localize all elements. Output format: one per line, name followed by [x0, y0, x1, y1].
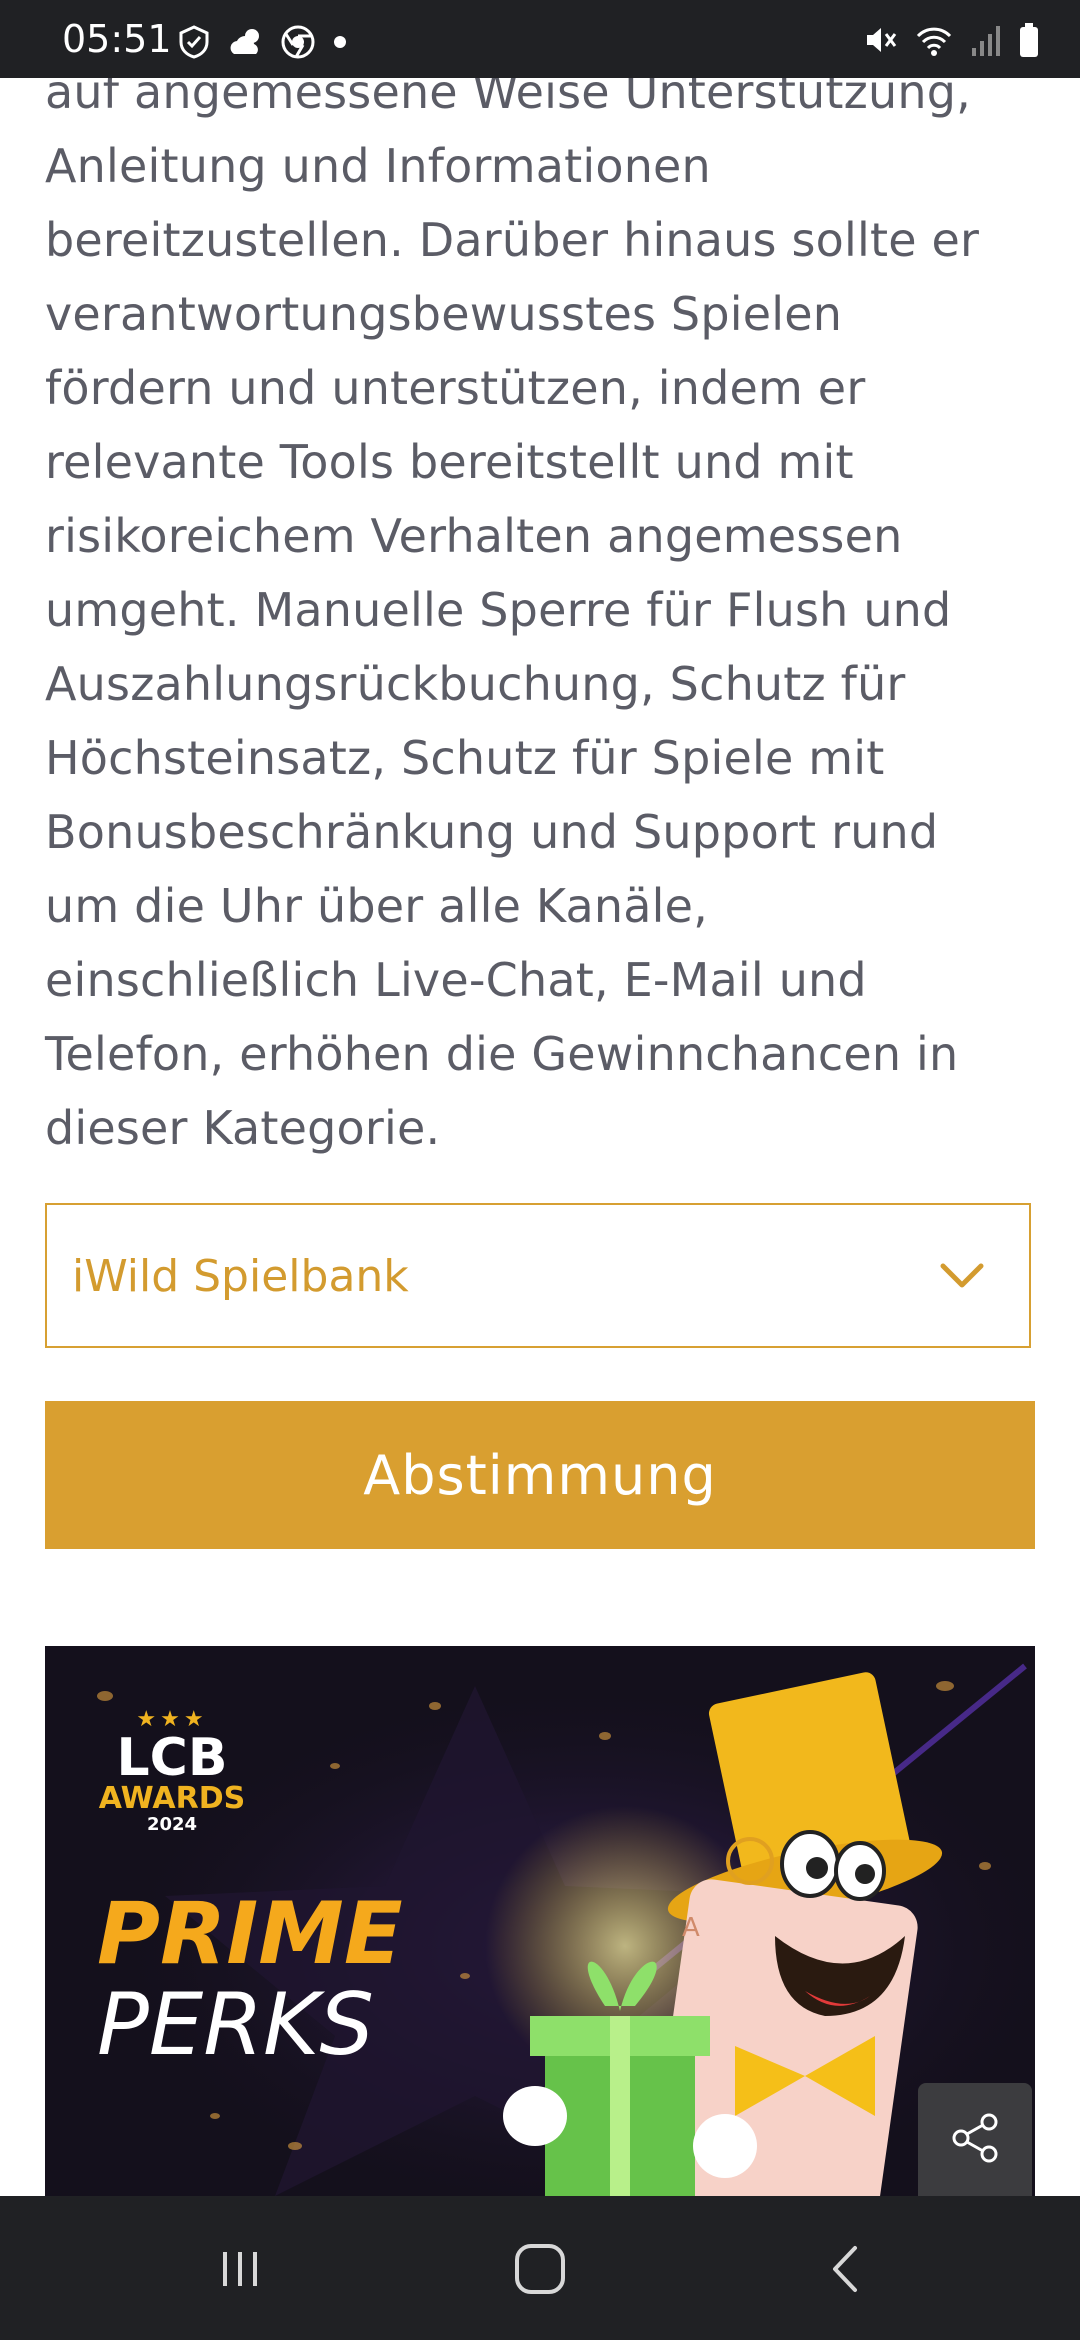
shield-check-icon [176, 24, 212, 60]
recent-apps-button[interactable] [180, 2236, 300, 2306]
article-line: um die Uhr über alle Kanäle, [45, 879, 708, 933]
home-icon [513, 2242, 567, 2300]
wifi-icon [914, 22, 954, 58]
status-bar: 05:51 [0, 0, 1080, 78]
article-line: bereitzustellen. Darüber hinaus sollte e… [45, 213, 980, 267]
article-line: relevante Tools bereitstellt und mit [45, 435, 854, 489]
mute-icon [862, 22, 898, 58]
casino-select-value: iWild Spielbank [72, 1251, 409, 1302]
casino-select[interactable]: iWild Spielbank [45, 1203, 1031, 1348]
notification-dot-icon [330, 32, 350, 52]
cloud-sun-icon [226, 24, 266, 60]
promo-banner[interactable]: A ★★★ LCB AWARDS 2024 PRIME PERKS [45, 1646, 1035, 2196]
signal-icon [970, 22, 1002, 58]
svg-text:A: A [682, 1913, 700, 1943]
article-line: dieser Kategorie. [45, 1101, 441, 1155]
article-line: Bonusbeschränkung und Support rund [45, 805, 939, 859]
lcb-awards-logo: ★★★ LCB AWARDS 2024 [97, 1708, 247, 1836]
article-line: verantwortungsbewusstes Spielen [45, 287, 843, 341]
vote-button[interactable]: Abstimmung [45, 1401, 1035, 1549]
article-line: Auszahlungsrückbuchung, Schutz für [45, 657, 906, 711]
logo-title: LCB [116, 1728, 228, 1788]
article-line: fördern und unterstützen, indem er [45, 361, 866, 415]
navigation-bar [0, 2196, 1080, 2340]
logo-subtitle: AWARDS [98, 1781, 246, 1816]
article-line: Höchsteinsatz, Schutz für Spiele mit [45, 731, 885, 785]
battery-icon [1018, 22, 1040, 58]
article-line: umgeht. Manuelle Sperre für Flush und [45, 583, 952, 637]
article-line: Telefon, erhöhen die Gewinnchancen in [45, 1027, 959, 1081]
chrome-icon [280, 24, 316, 60]
back-button[interactable] [785, 2236, 905, 2306]
status-time: 05:51 [62, 17, 172, 61]
article-text: auf angemessene Weise Unterstützung, Anl… [45, 55, 1045, 1165]
chevron-down-icon [939, 1261, 985, 1295]
article-line: risikoreichem Verhalten angemessen [45, 509, 903, 563]
logo-year: 2024 [146, 1814, 198, 1835]
share-button[interactable] [918, 2083, 1032, 2197]
back-icon [825, 2242, 865, 2300]
home-button[interactable] [480, 2236, 600, 2306]
share-icon [949, 2112, 1001, 2168]
article-line: Anleitung und Informationen [45, 139, 711, 193]
recent-apps-icon [215, 2244, 265, 2298]
promo-headline-prime: PRIME [97, 1884, 403, 1984]
article-line: einschließlich Live-Chat, E-Mail und [45, 953, 867, 1007]
promo-headline-perks: PERKS [97, 1975, 374, 2075]
